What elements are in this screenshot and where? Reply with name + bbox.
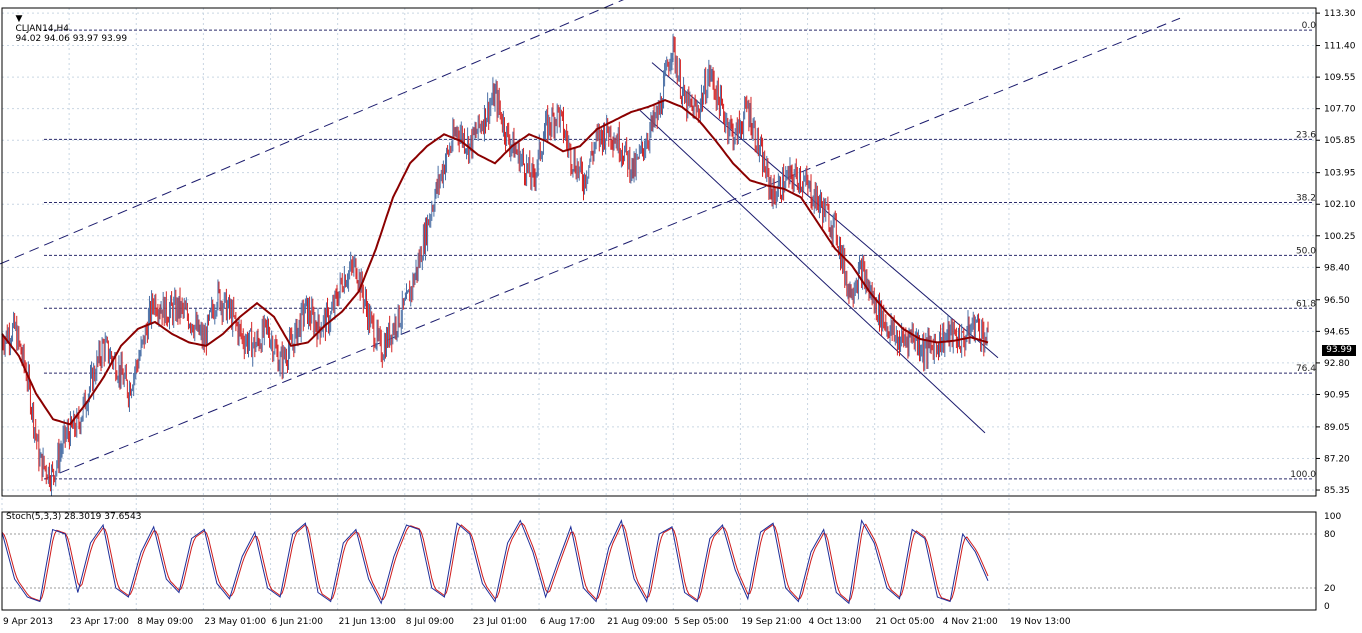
fib-level-label: 38.2	[1296, 194, 1316, 204]
fib-level-label: 61.8	[1296, 299, 1316, 309]
stoch-axis-label: 100	[1324, 512, 1341, 522]
price-axis-label: 98.40	[1324, 263, 1350, 273]
time-axis-label: 4 Nov 21:00	[943, 617, 998, 627]
price-series	[1, 34, 989, 497]
time-axis-label: 9 Apr 2013	[3, 617, 53, 627]
trend-lines[interactable]	[0, 0, 1181, 480]
price-axis-label: 94.65	[1324, 327, 1350, 337]
fib-level-label: 76.4	[1296, 364, 1316, 374]
time-axis-label: 5 Sep 05:00	[674, 617, 729, 627]
price-axis-label: 100.25	[1324, 232, 1356, 242]
price-axis-label: 89.05	[1324, 423, 1350, 433]
time-axis-label: 23 Jul 01:00	[473, 617, 527, 627]
price-axis-label: 87.20	[1324, 454, 1350, 464]
current-price-tag: 93.99	[1322, 345, 1356, 356]
time-axis-label: 19 Nov 13:00	[1010, 617, 1071, 627]
time-axis-label: 21 Oct 05:00	[876, 617, 935, 627]
price-axis-label: 85.35	[1324, 486, 1350, 496]
downtrend-lower-line[interactable]	[639, 110, 986, 434]
fib-level-label: 0.0	[1302, 21, 1317, 31]
fib-level-label: 23.6	[1296, 130, 1316, 140]
stoch-plot-frame	[1, 511, 1317, 611]
stoch-axis-label: 0	[1324, 602, 1330, 612]
stoch-axis-label: 80	[1324, 530, 1336, 540]
time-axis-label: 23 Apr 17:00	[70, 617, 129, 627]
time-axis-label: 23 May 01:00	[204, 617, 266, 627]
time-axis-label: 4 Oct 13:00	[809, 617, 862, 627]
lower-channel-line[interactable]	[44, 17, 1181, 480]
time-axis-label: 8 May 09:00	[137, 617, 193, 627]
time-axis-label: 8 Jul 09:00	[406, 617, 455, 627]
price-axis-label: 103.95	[1324, 169, 1356, 179]
trading-chart-window[interactable]: 0.0 23.6 38.2 50.0 61.8 76.4 100.0 100 80 20 0 11…	[0, 0, 1362, 630]
price-axis-label: 107.70	[1324, 105, 1356, 115]
main-plot-frame	[1, 7, 1317, 497]
time-axis-label: 21 Jun 13:00	[339, 617, 396, 627]
time-axis-label: 6 Jun 21:00	[272, 617, 324, 627]
stochastic-panel: 100 80 20 0	[1, 512, 1341, 612]
grid	[1, 8, 1316, 610]
ohlc-values: 94.02 94.06 93.97 93.99	[15, 34, 128, 44]
stochastic-indicator-label: Stoch(5,3,3) 28.3019 37.6543	[6, 512, 142, 522]
chart-title: ▼ CLJAN14,H4 94.02 94.06 93.97 93.99	[4, 4, 127, 54]
time-axis-label: 19 Sep 21:00	[741, 617, 801, 627]
price-axis-label: 113.30	[1324, 9, 1356, 19]
symbol-label: CLJAN14,H4	[15, 24, 69, 34]
stoch-main-line	[1, 518, 989, 605]
fib-level-label: 50.0	[1296, 246, 1316, 256]
price-axis-label: 102.10	[1324, 200, 1356, 210]
time-axis-label: 6 Aug 17:00	[540, 617, 595, 627]
price-axis-label: 90.95	[1324, 390, 1350, 400]
price-axis-label: 92.80	[1324, 359, 1350, 369]
price-axis-label: 105.85	[1324, 136, 1356, 146]
stoch-axis-label: 20	[1324, 584, 1336, 594]
price-axis-label: 109.55	[1324, 73, 1356, 83]
price-axis-label: 111.40	[1324, 42, 1356, 52]
price-axis-label: 96.50	[1324, 296, 1350, 306]
chart-canvas[interactable]: 0.0 23.6 38.2 50.0 61.8 76.4 100.0 100 80 20 0 11…	[0, 0, 1362, 630]
fib-level-label: 100.0	[1290, 470, 1316, 480]
dropdown-triangle-icon[interactable]: ▼	[15, 14, 22, 24]
time-axis-label: 21 Aug 09:00	[607, 617, 668, 627]
